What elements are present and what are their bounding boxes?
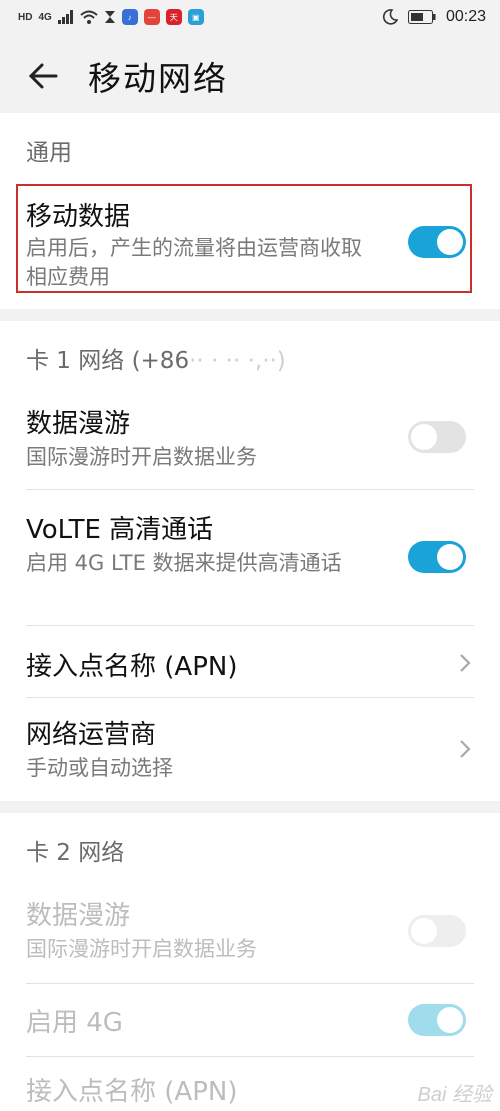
toggle-knob: [411, 424, 437, 450]
toggle-knob: [411, 918, 437, 944]
chevron-right-icon: [460, 654, 471, 672]
enable-4g-title: 启用 4G: [26, 1008, 123, 1038]
sim1-heading-text: 卡 1 网络 (+86: [26, 348, 190, 374]
volte-subtitle: 启用 4G LTE 数据来提供高清通话: [26, 551, 342, 575]
status-bar-left: HD 4G ♪ — 天 ▣: [18, 9, 204, 25]
enable-4g-toggle: [408, 1004, 466, 1036]
sim1-section: 卡 1 网络 (+86·· · ·· ·,··) 数据漫游 国际漫游时开启数据业…: [0, 321, 500, 801]
chevron-right-icon: [460, 740, 471, 758]
hd-indicator: HD: [18, 11, 33, 23]
roaming-title: 数据漫游: [26, 409, 131, 439]
sim2-roaming-toggle: [408, 915, 466, 947]
volte-title: VoLTE 高清通话: [26, 515, 214, 545]
battery-icon: [407, 10, 436, 24]
sim2-roaming-subtitle: 国际漫游时开启数据业务: [26, 937, 257, 961]
page-title: 移动网络: [88, 59, 228, 98]
clock: 00:23: [445, 8, 486, 25]
moon-icon: [382, 9, 398, 25]
operator-title: 网络运营商: [26, 720, 157, 750]
divider: [26, 489, 474, 490]
sim1-roaming-row[interactable]: 数据漫游 国际漫游时开启数据业务: [0, 395, 500, 491]
section-heading-general: 通用: [26, 140, 72, 166]
apn-title: 接入点名称 (APN): [26, 652, 238, 682]
highlight-box: [16, 184, 472, 293]
status-bar: HD 4G ♪ — 天 ▣ 00:23: [0, 0, 500, 38]
network-type-indicator: 4G: [38, 11, 52, 23]
sim1-apn-row[interactable]: 接入点名称 (APN): [0, 626, 500, 698]
operator-subtitle: 手动或自动选择: [26, 756, 173, 780]
sim2-section: 卡 2 网络 数据漫游 国际漫游时开启数据业务 启用 4G 接入点名称 (APN…: [0, 813, 500, 1111]
volte-row[interactable]: VoLTE 高清通话 启用 4G LTE 数据来提供高清通话: [0, 491, 500, 625]
signal-icon: [57, 10, 73, 24]
section-heading-sim1: 卡 1 网络 (+86·· · ·· ·,··): [26, 341, 286, 375]
operator-row[interactable]: 网络运营商 手动或自动选择: [0, 698, 500, 798]
sim1-roaming-toggle[interactable]: [408, 421, 466, 453]
roaming-subtitle: 国际漫游时开启数据业务: [26, 445, 257, 469]
enable-4g-row: 启用 4G: [0, 984, 500, 1056]
sim2-apn-title: 接入点名称 (APN): [26, 1077, 238, 1107]
arrow-left-icon[interactable]: [24, 56, 64, 96]
red-app-icon: —: [143, 9, 160, 25]
volte-toggle[interactable]: [408, 541, 466, 573]
watermark: Bai 经验: [417, 1084, 492, 1106]
app-header: 移动网络: [0, 38, 500, 113]
sim2-roaming-title: 数据漫游: [26, 901, 131, 931]
wifi-icon: [80, 10, 98, 24]
sim2-roaming-row: 数据漫游 国际漫游时开启数据业务: [0, 887, 500, 983]
toggle-knob: [437, 544, 463, 570]
masked-number: ·· · ·· ·,··): [189, 348, 286, 374]
tmall-app-icon: 天: [165, 9, 182, 25]
music-app-icon: ♪: [121, 9, 138, 25]
section-heading-sim2: 卡 2 网络: [26, 840, 125, 866]
hourglass-icon: [104, 11, 115, 23]
teal-app-icon: ▣: [187, 9, 204, 25]
toggle-knob: [437, 1007, 463, 1033]
status-bar-right: 00:23: [382, 8, 486, 26]
